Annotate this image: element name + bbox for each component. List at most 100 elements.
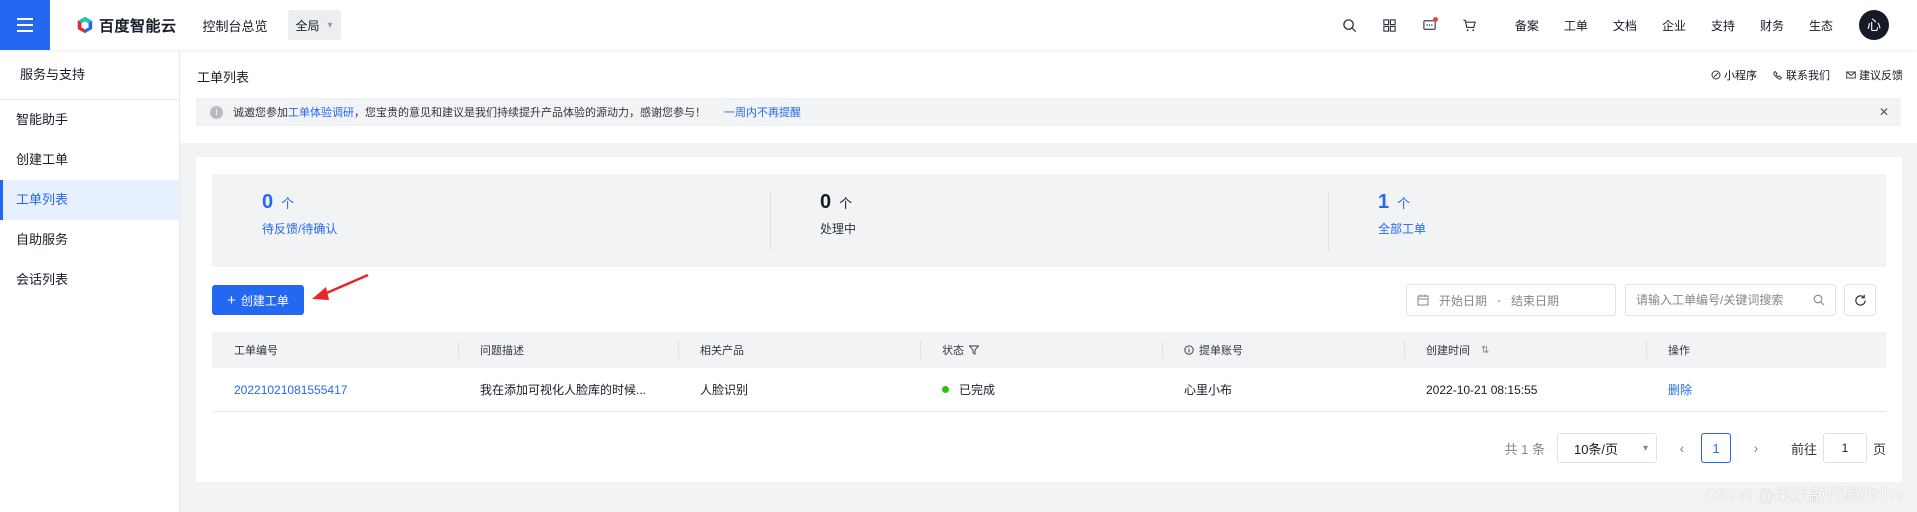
survey-notice-banner: i 诚邀您参加 工单体验调研 ，您宝贵的意见和建议是我们持续提升产品体验的源动力… bbox=[196, 98, 1901, 126]
close-icon[interactable]: ✕ bbox=[1879, 105, 1889, 119]
page-number-button[interactable]: 1 bbox=[1700, 433, 1731, 463]
console-overview-link[interactable]: 控制台总览 bbox=[203, 16, 268, 35]
chevron-down-icon: ▾ bbox=[1642, 442, 1648, 454]
status-dot-icon bbox=[942, 386, 949, 393]
search-icon[interactable] bbox=[1813, 294, 1825, 306]
stat-label: 处理中 bbox=[820, 221, 857, 236]
search-icon[interactable] bbox=[1330, 18, 1370, 33]
red-arrow-icon bbox=[312, 273, 369, 300]
apps-grid-icon[interactable] bbox=[1370, 18, 1410, 33]
account-header-label: 提单账号 bbox=[1199, 345, 1243, 357]
feedback-link[interactable]: 建议反馈 bbox=[1846, 67, 1903, 83]
status-header-label: 状态 bbox=[942, 345, 964, 357]
hamburger-menu-button[interactable] bbox=[0, 0, 50, 50]
page-title: 工单列表 bbox=[197, 70, 250, 85]
sidebar-item-ticket-list[interactable]: 工单列表 bbox=[0, 180, 179, 220]
stat-value: 0 bbox=[820, 190, 832, 213]
end-date-placeholder: 结束日期 bbox=[1511, 293, 1560, 308]
topbar-right-section: 备案 工单 文档 企业 支持 财务 生态 心 bbox=[1330, 0, 1889, 50]
column-header-status[interactable]: 状态 bbox=[920, 332, 1162, 368]
brand-logo[interactable]: 百度智能云 bbox=[76, 15, 177, 36]
page-size-select[interactable]: 10条/页 ▾ bbox=[1556, 433, 1657, 463]
chevron-down-icon: ▾ bbox=[327, 19, 333, 31]
nav-link-support[interactable]: 支持 bbox=[1711, 17, 1735, 34]
nav-link-docs[interactable]: 文档 bbox=[1613, 17, 1637, 34]
ticket-search-input[interactable] bbox=[1636, 293, 1813, 307]
menu-line bbox=[17, 30, 33, 32]
info-icon: i bbox=[210, 105, 223, 119]
contact-us-link[interactable]: 联系我们 bbox=[1773, 67, 1830, 83]
watermark-text: CSDN @呆呆敲代码的小Y bbox=[1704, 486, 1906, 505]
ticket-product: 人脸识别 bbox=[700, 383, 749, 397]
ticket-account: 心里小布 bbox=[1184, 383, 1233, 397]
stat-unit: 个 bbox=[1397, 195, 1411, 211]
next-page-button[interactable]: › bbox=[1741, 440, 1771, 456]
sidebar-title: 服务与支持 bbox=[0, 50, 179, 100]
pagination: 共 1 条 10条/页 ▾ ‹ 1 › 前往 页 bbox=[1504, 432, 1886, 464]
ticket-id-link[interactable]: 20221021081555417 bbox=[212, 368, 458, 411]
stat-pending[interactable]: 0个 待反馈/待确认 bbox=[212, 191, 770, 251]
stat-value: 0 bbox=[262, 190, 274, 213]
top-navigation-bar: 百度智能云 控制台总览 全局 ▾ 备案 工单 文档 企业 支持 财务 生态 心 bbox=[0, 0, 1917, 50]
ticket-status: 已完成 bbox=[920, 368, 1162, 411]
calendar-icon bbox=[1417, 294, 1429, 306]
message-icon[interactable] bbox=[1410, 16, 1450, 33]
nav-link-finance[interactable]: 财务 bbox=[1760, 17, 1784, 34]
sidebar-item-assistant[interactable]: 智能助手 bbox=[0, 100, 179, 140]
date-range-picker[interactable]: 开始日期 - 结束日期 bbox=[1406, 284, 1616, 316]
stat-processing: 0个 处理中 bbox=[770, 190, 1328, 251]
refresh-button[interactable] bbox=[1844, 284, 1876, 316]
cart-icon[interactable] bbox=[1450, 18, 1490, 33]
brand-name: 百度智能云 bbox=[99, 17, 177, 35]
sidebar-item-sessions[interactable]: 会话列表 bbox=[0, 260, 179, 300]
nav-link-enterprise[interactable]: 企业 bbox=[1662, 17, 1686, 34]
column-header-ticket-id: 工单编号 bbox=[234, 345, 278, 357]
ticket-content-card: 0个 待反馈/待确认 0个 处理中 1个 全部工单 + 创建工单 开始日期 - … bbox=[196, 157, 1902, 482]
plus-icon: + bbox=[227, 291, 236, 309]
cloud-logo-icon bbox=[77, 16, 93, 34]
page-header: 工单列表 小程序 联系我们 建议反馈 i 诚邀您参加 工单体验调研 ，您宝贵的意… bbox=[180, 50, 1917, 143]
menu-line bbox=[17, 24, 33, 26]
notice-text: ，您宝贵的意见和建议是我们持续提升产品体验的源动力，感谢您参与！ bbox=[354, 107, 706, 119]
feedback-label: 建议反馈 bbox=[1859, 70, 1903, 82]
start-date-placeholder: 开始日期 bbox=[1439, 293, 1488, 308]
stat-all-tickets[interactable]: 1个 全部工单 bbox=[1328, 190, 1886, 251]
total-count: 共 1 条 bbox=[1504, 441, 1545, 457]
notice-prefix: 诚邀您参加 bbox=[233, 107, 288, 119]
ticket-search-box bbox=[1625, 284, 1836, 316]
delete-ticket-link[interactable]: 删除 bbox=[1646, 368, 1886, 411]
nav-link-tickets[interactable]: 工单 bbox=[1564, 17, 1588, 34]
nav-link-filing[interactable]: 备案 bbox=[1515, 17, 1539, 34]
goto-page-input[interactable] bbox=[1822, 433, 1867, 463]
create-ticket-button[interactable]: + 创建工单 bbox=[212, 285, 304, 315]
sidebar-item-create-ticket[interactable]: 创建工单 bbox=[0, 140, 179, 180]
status-label: 已完成 bbox=[959, 383, 996, 397]
dismiss-week-link[interactable]: 一周内不再提醒 bbox=[724, 104, 801, 120]
menu-line bbox=[17, 18, 33, 20]
ticket-created-time: 2022-10-21 08:15:55 bbox=[1426, 382, 1538, 397]
mini-program-link[interactable]: 小程序 bbox=[1711, 67, 1757, 83]
column-header-created[interactable]: 创建时间 ⇅ bbox=[1404, 332, 1646, 368]
user-avatar[interactable]: 心 bbox=[1859, 10, 1889, 40]
goto-prefix: 前往 bbox=[1790, 441, 1817, 457]
date-separator: - bbox=[1497, 293, 1502, 307]
prev-page-button[interactable]: ‹ bbox=[1667, 440, 1697, 456]
survey-link[interactable]: 工单体验调研 bbox=[288, 104, 354, 120]
stat-label: 待反馈/待确认 bbox=[262, 221, 338, 236]
mail-icon bbox=[1846, 71, 1856, 79]
column-header-description: 问题描述 bbox=[458, 332, 678, 368]
column-header-product: 相关产品 bbox=[678, 332, 920, 368]
filter-icon[interactable] bbox=[969, 345, 979, 355]
sort-icon[interactable]: ⇅ bbox=[1481, 345, 1489, 356]
info-circle-icon bbox=[1184, 345, 1194, 355]
region-selector[interactable]: 全局 ▾ bbox=[287, 10, 341, 40]
page-size-value: 10条/页 bbox=[1573, 441, 1619, 457]
table-header: 工单编号 问题描述 相关产品 状态 提单账号 创建时间 ⇅ 操作 bbox=[212, 332, 1886, 368]
column-header-account: 提单账号 bbox=[1162, 332, 1404, 368]
goto-page: 前往 页 bbox=[1791, 433, 1886, 463]
created-header-label: 创建时间 bbox=[1426, 345, 1470, 357]
sidebar-item-self-service[interactable]: 自助服务 bbox=[0, 220, 179, 260]
nav-link-ecosystem[interactable]: 生态 bbox=[1809, 17, 1833, 34]
refresh-icon bbox=[1854, 294, 1866, 306]
stat-label: 全部工单 bbox=[1378, 221, 1427, 236]
